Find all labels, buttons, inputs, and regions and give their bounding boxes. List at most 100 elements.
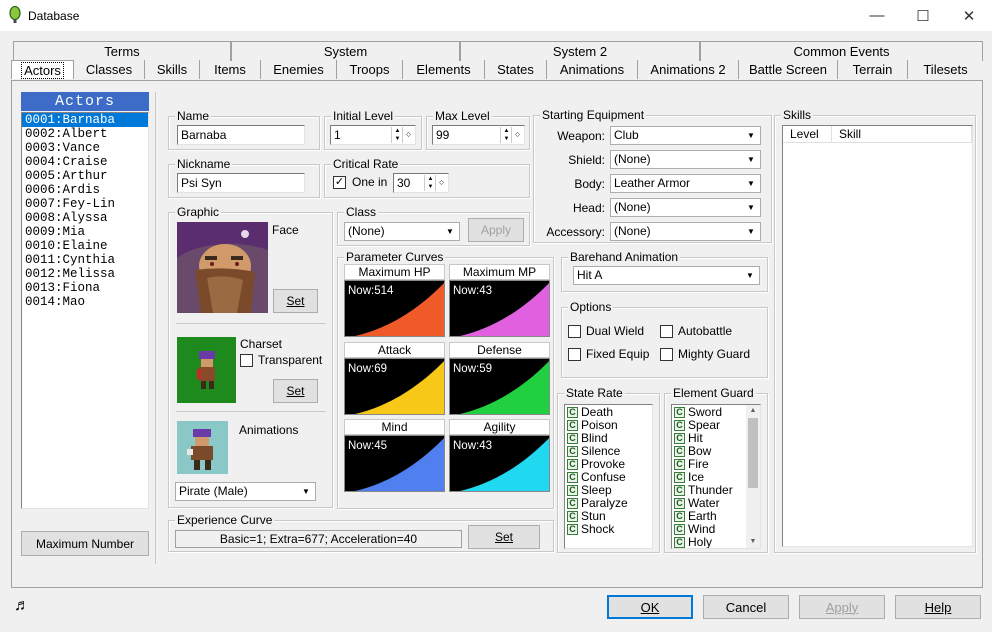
chevron-down-icon: ▼ [747, 155, 755, 164]
actor-list-item[interactable]: 0001:Barnaba [22, 113, 148, 127]
actor-list-item[interactable]: 0011:Cynthia [22, 253, 148, 267]
fixed-equip-checkbox[interactable] [568, 348, 581, 361]
help-button[interactable]: Help [895, 595, 981, 619]
skills-col-level[interactable]: Level [783, 126, 832, 142]
skills-col-skill[interactable]: Skill [832, 126, 972, 142]
actor-list-item[interactable]: 0002:Albert [22, 127, 148, 141]
mighty-guard-checkbox[interactable] [660, 348, 673, 361]
class-select[interactable]: (None) ▼ [344, 222, 460, 241]
tab-troops[interactable]: Troops [336, 60, 402, 79]
actor-list-item[interactable]: 0006:Ardis [22, 183, 148, 197]
actor-list-item[interactable]: 0007:Fey-Lin [22, 197, 148, 211]
actor-list-item[interactable]: 0008:Alyssa [22, 211, 148, 225]
skills-table[interactable]: Level Skill [782, 125, 973, 547]
class-group: Class (None) ▼ Apply [337, 205, 530, 246]
scrollbar-thumb[interactable] [748, 418, 758, 488]
element-guard-scrollbar[interactable]: ▲ ▼ [746, 405, 760, 548]
tab-terms[interactable]: Terms [13, 41, 231, 61]
state-rate-item[interactable]: C Paralyze [565, 497, 652, 510]
experience-set-button[interactable]: Set [468, 525, 540, 549]
critical-rate-input[interactable]: 30 ▲ ▼ ◇ [393, 173, 449, 193]
actor-list-item[interactable]: 0014:Mao [22, 295, 148, 309]
actor-list-item[interactable]: 0004:Craise [22, 155, 148, 169]
tab-animations-2[interactable]: Animations 2 [637, 60, 738, 79]
scroll-up-icon[interactable]: ▲ [746, 405, 760, 417]
actor-list-item[interactable]: 0003:Vance [22, 141, 148, 155]
curve-panel[interactable]: Defense Now:59 [449, 342, 550, 416]
tab-animations[interactable]: Animations [546, 60, 637, 79]
autobattle-checkbox[interactable] [660, 325, 673, 338]
tab-system[interactable]: System [231, 41, 460, 61]
curve-panel[interactable]: Mind Now:45 [344, 419, 445, 493]
curve-panel[interactable]: Maximum MP Now:43 [449, 264, 550, 338]
state-rate-item[interactable]: C Poison [565, 419, 652, 432]
curve-title: Attack [344, 342, 445, 358]
tab-actors[interactable]: Actors [11, 60, 74, 79]
tab-battle-screen[interactable]: Battle Screen [738, 60, 837, 79]
music-icon[interactable]: ♬ [14, 597, 30, 615]
name-input[interactable]: Barnaba [177, 125, 305, 145]
class-apply-button[interactable]: Apply [468, 218, 524, 242]
critical-rate-label: One in [352, 175, 388, 189]
nickname-input[interactable]: Psi Syn [177, 173, 305, 193]
initial-level-input[interactable]: 1 ▲ ▼ ◇ [330, 125, 416, 145]
critical-rate-checkbox[interactable]: ✓ [333, 176, 346, 189]
maximum-number-button[interactable]: Maximum Number [21, 531, 149, 556]
curve-panel[interactable]: Maximum HP Now:514 [344, 264, 445, 338]
chevron-down-icon: ▼ [302, 487, 310, 496]
tab-skills[interactable]: Skills [144, 60, 199, 79]
curve-graph: Now:45 [344, 435, 445, 492]
curve-panel[interactable]: Agility Now:43 [449, 419, 550, 493]
tab-items[interactable]: Items [199, 60, 260, 79]
tab-elements[interactable]: Elements [402, 60, 484, 79]
face-image[interactable] [177, 222, 268, 313]
equip-slot-select[interactable]: (None) ▼ [610, 222, 761, 241]
transparent-label: Transparent [258, 353, 323, 367]
actor-list-item[interactable]: 0005:Arthur [22, 169, 148, 183]
actor-list-item[interactable]: 0009:Mia [22, 225, 148, 239]
max-level-input[interactable]: 99 ▲ ▼ ◇ [432, 125, 525, 145]
tab-common-events[interactable]: Common Events [700, 41, 983, 61]
actor-list-item[interactable]: 0012:Melissa [22, 267, 148, 281]
barehand-select[interactable]: Hit A ▼ [573, 266, 760, 285]
spin-mid-icon[interactable]: ◇ [435, 175, 447, 191]
equip-slot-select[interactable]: (None) ▼ [610, 150, 761, 169]
equip-slot-select[interactable]: (None) ▼ [610, 198, 761, 217]
ok-button[interactable]: OK [607, 595, 693, 619]
dual-wield-checkbox[interactable] [568, 325, 581, 338]
spin-mid-icon[interactable]: ◇ [402, 127, 414, 143]
rank-c-icon: C [567, 485, 578, 496]
battler-image[interactable] [177, 421, 228, 474]
rank-c-icon: C [674, 485, 685, 496]
apply-button[interactable]: Apply [799, 595, 885, 619]
curve-graph: Now:43 [449, 280, 550, 337]
experience-curve-group: Experience Curve Basic=1; Extra=677; Acc… [168, 513, 554, 552]
cancel-button[interactable]: Cancel [703, 595, 789, 619]
charset-image[interactable] [177, 337, 236, 403]
spin-mid-icon[interactable]: ◇ [511, 127, 523, 143]
actor-list-item[interactable]: 0010:Elaine [22, 239, 148, 253]
transparent-checkbox[interactable] [240, 354, 253, 367]
close-button[interactable]: ✕ [946, 0, 992, 31]
element-guard-list[interactable]: C Sword C Spear C Hit C Bow C Fire C Ice C Thunder C Wa… [671, 404, 761, 549]
actors-list[interactable]: 0001:Barnaba 0002:Albert 0003:Vance 0004:Cr… [21, 112, 149, 509]
scroll-down-icon[interactable]: ▼ [746, 536, 760, 548]
equip-slot-select[interactable]: Leather Armor ▼ [610, 174, 761, 193]
tab-enemies[interactable]: Enemies [260, 60, 336, 79]
tab-terrain[interactable]: Terrain [837, 60, 907, 79]
rank-c-icon: C [674, 433, 685, 444]
state-rate-item[interactable]: C Shock [565, 523, 652, 536]
curve-panel[interactable]: Attack Now:69 [344, 342, 445, 416]
tab-tilesets[interactable]: Tilesets [907, 60, 983, 79]
actor-list-item[interactable]: 0013:Fiona [22, 281, 148, 295]
equip-slot-select[interactable]: Club ▼ [610, 126, 761, 145]
tab-classes[interactable]: Classes [74, 60, 144, 79]
state-rate-list[interactable]: C Death C Poison C Blind C Silence C Provoke C Conf… [564, 404, 653, 549]
face-set-button[interactable]: Set [273, 289, 318, 313]
tab-system-2[interactable]: System 2 [460, 41, 700, 61]
animation-select[interactable]: Pirate (Male) ▼ [175, 482, 316, 501]
maximize-button[interactable]: ☐ [900, 0, 946, 31]
charset-set-button[interactable]: Set [273, 379, 318, 403]
tab-states[interactable]: States [484, 60, 546, 79]
minimize-button[interactable]: — [854, 0, 900, 31]
